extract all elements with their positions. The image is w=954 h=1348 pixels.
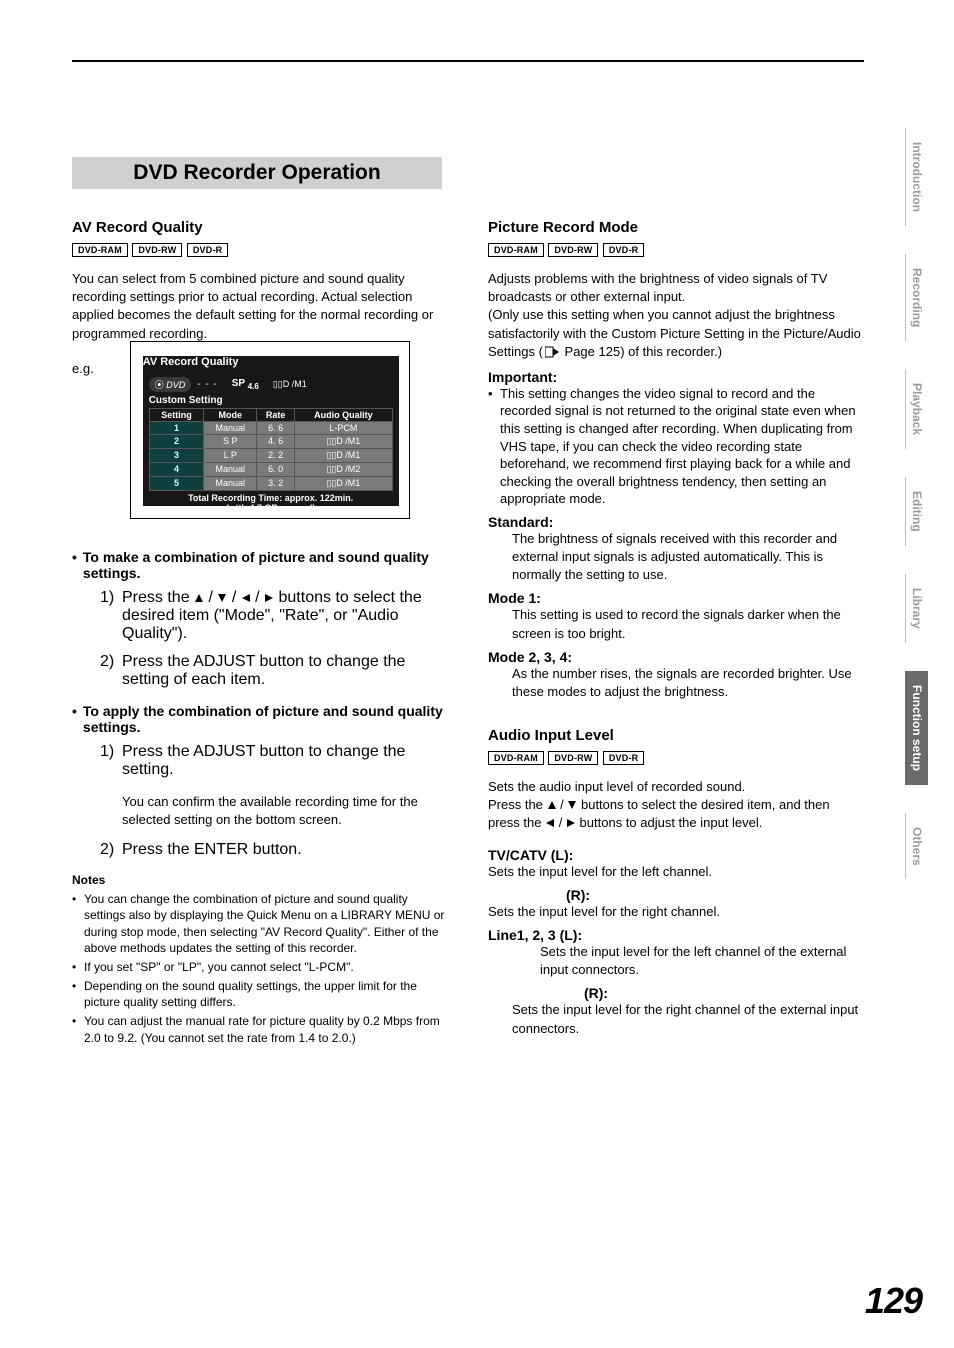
screen-title: AV Record Quality: [143, 356, 239, 368]
step-2-2: 2)Press the ENTER button.: [100, 841, 448, 859]
tv-catv-l-label: TV/CATV (L):: [488, 847, 864, 863]
mode1-body: This setting is used to record the signa…: [512, 606, 864, 642]
tv-catv-r-body: Sets the input level for the right chann…: [488, 903, 864, 921]
media-badges: DVD-RAM DVD-RW DVD-R: [488, 748, 864, 766]
tv-catv-l-body: Sets the input level for the left channe…: [488, 863, 864, 881]
badge-dvd-r: DVD-R: [603, 751, 645, 765]
table-row: 2S P4. 6▯▯D /M1: [149, 434, 392, 448]
quality-table: Setting Mode Rate Audio Quality 1Manual6…: [149, 408, 393, 491]
down-arrow-icon: [567, 800, 577, 810]
note-item: You can change the combination of pictur…: [84, 891, 448, 956]
example-label: e.g.: [72, 361, 94, 376]
left-arrow-icon: [545, 818, 555, 828]
line-l-label: Line1, 2, 3 (L):: [488, 927, 864, 943]
side-tabs: Introduction Recording Playback Editing …: [905, 128, 928, 879]
content-columns: AV Record Quality DVD-RAM DVD-RW DVD-R Y…: [72, 219, 864, 1049]
dvd-pill: DVD: [149, 377, 192, 392]
tab-editing[interactable]: Editing: [905, 477, 928, 546]
av-record-quality-heading: AV Record Quality: [72, 219, 448, 236]
th-setting: Setting: [149, 408, 204, 421]
note-item: If you set "SP" or "LP", you cannot sele…: [84, 959, 354, 975]
th-rate: Rate: [257, 408, 295, 421]
badge-dvd-rw: DVD-RW: [132, 243, 182, 257]
step-2-1: 1)Press the ADJUST button to change the …: [100, 743, 448, 779]
important-body: This setting changes the video signal to…: [500, 385, 864, 508]
pic-intro-2: (Only use this setting when you cannot a…: [488, 306, 864, 363]
mode234-heading: Mode 2, 3, 4:: [488, 649, 864, 665]
badge-dvd-ram: DVD-RAM: [488, 751, 544, 765]
dolby-indicator: D /M1: [273, 379, 307, 390]
badge-dvd-ram: DVD-RAM: [488, 243, 544, 257]
table-row: 1Manual6. 6L-PCM: [149, 421, 392, 434]
table-row: 5Manual3. 2▯▯D /M1: [149, 476, 392, 490]
tab-others[interactable]: Others: [905, 813, 928, 880]
audio-press-instructions: Press the / buttons to select the desire…: [488, 796, 864, 832]
right-column: Picture Record Mode DVD-RAM DVD-RW DVD-R…: [488, 219, 864, 1049]
mode1-heading: Mode 1:: [488, 590, 864, 606]
picture-record-mode-heading: Picture Record Mode: [488, 219, 864, 236]
step-1-1: 1) Press the / / / buttons to select the…: [100, 589, 448, 643]
tv-catv-r-label: (R):: [488, 887, 864, 903]
right-arrow-icon: [264, 593, 274, 603]
line-r-body: Sets the input level for the right chann…: [512, 1001, 864, 1037]
standard-body: The brightness of signals received with …: [512, 530, 864, 585]
down-arrow-icon: [217, 593, 227, 603]
section-heading: DVD Recorder Operation: [72, 157, 442, 189]
important-heading: Important:: [488, 369, 864, 385]
badge-dvd-rw: DVD-RW: [548, 751, 598, 765]
media-badges: DVD-RAM DVD-RW DVD-R: [72, 240, 448, 258]
up-arrow-icon: [194, 593, 204, 603]
left-column: AV Record Quality DVD-RAM DVD-RW DVD-R Y…: [72, 219, 448, 1049]
media-badges: DVD-RAM DVD-RW DVD-R: [488, 240, 864, 258]
page-ref-icon: [545, 345, 559, 363]
sp-indicator: SP 4.6: [232, 378, 259, 391]
badge-dvd-ram: DVD-RAM: [72, 243, 128, 257]
notes-heading: Notes: [72, 873, 448, 887]
table-row: 4Manual6. 0▯▯D /M2: [149, 462, 392, 476]
mode234-body: As the number rises, the signals are rec…: [512, 665, 864, 701]
step-1-2: 2)Press the ADJUST button to change the …: [100, 653, 448, 689]
notes-list: •You can change the combination of pictu…: [72, 891, 448, 1046]
tab-playback[interactable]: Playback: [905, 369, 928, 449]
audio-input-level-heading: Audio Input Level: [488, 727, 864, 744]
dash-indicator: - - -: [197, 379, 218, 390]
badge-dvd-r: DVD-R: [187, 243, 229, 257]
up-arrow-icon: [547, 800, 557, 810]
pic-intro-1: Adjusts problems with the brightness of …: [488, 270, 864, 306]
badge-dvd-rw: DVD-RW: [548, 243, 598, 257]
th-audio: Audio Quality: [295, 408, 393, 421]
left-arrow-icon: [241, 593, 251, 603]
audio-intro: Sets the audio input level of recorded s…: [488, 778, 864, 796]
note-item: Depending on the sound quality settings,…: [84, 978, 448, 1010]
total-recording-time: Total Recording Time: approx. 122min.(wi…: [149, 494, 393, 514]
av-intro-text: You can select from 5 combined picture a…: [72, 270, 448, 343]
tab-recording[interactable]: Recording: [905, 254, 928, 341]
step-2-1-sub: You can confirm the available recording …: [122, 793, 448, 829]
tab-library[interactable]: Library: [905, 574, 928, 643]
line-l-body: Sets the input level for the left channe…: [540, 943, 864, 979]
custom-setting-label: Custom Setting: [149, 395, 393, 406]
top-rule: [72, 60, 864, 62]
badge-dvd-r: DVD-R: [603, 243, 645, 257]
standard-heading: Standard:: [488, 514, 864, 530]
right-arrow-icon: [566, 818, 576, 828]
page-number: 129: [865, 1280, 922, 1322]
tab-introduction[interactable]: Introduction: [905, 128, 928, 226]
note-item: You can adjust the manual rate for pictu…: [84, 1013, 448, 1045]
example-screen: AV Record Quality DVD - - - SP 4.6 D /M1…: [130, 341, 410, 519]
bullet-make-combination: •To make a combination of picture and so…: [72, 549, 448, 581]
tab-function-setup[interactable]: Function setup: [905, 671, 928, 785]
line-r-label: (R):: [488, 985, 864, 1001]
bullet-apply-combination: •To apply the combination of picture and…: [72, 703, 448, 735]
table-row: 3L P2. 2▯▯D /M1: [149, 448, 392, 462]
th-mode: Mode: [204, 408, 257, 421]
